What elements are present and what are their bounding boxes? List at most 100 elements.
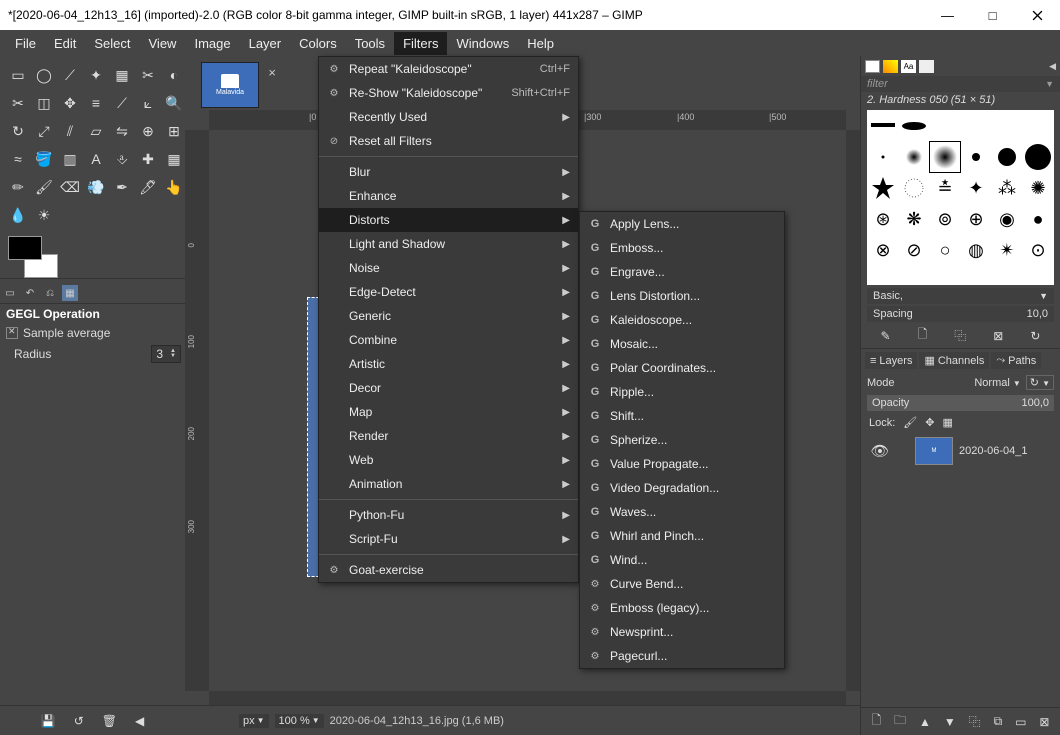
brush-item[interactable]: ◉ bbox=[992, 204, 1022, 234]
brush-item[interactable] bbox=[868, 173, 898, 203]
menu-item-whirl-and-pinch-[interactable]: GWhirl and Pinch... bbox=[580, 524, 784, 548]
menu-item-emboss-legacy-[interactable]: ⚙Emboss (legacy)... bbox=[580, 596, 784, 620]
tool-eraser[interactable]: ⌫ bbox=[58, 174, 82, 200]
tool-move[interactable]: ✥ bbox=[58, 90, 82, 116]
tool-crop[interactable]: ✂ bbox=[6, 90, 30, 116]
refresh-brush-icon[interactable]: ↻ bbox=[1030, 329, 1040, 343]
tool-mypaint[interactable]: 🖊 bbox=[136, 174, 160, 200]
close-button[interactable] bbox=[1015, 0, 1060, 30]
lower-layer-icon[interactable]: ▼ bbox=[944, 715, 956, 729]
tool-bucket[interactable]: 🪣 bbox=[32, 146, 56, 172]
menu-item-animation[interactable]: Animation▶ bbox=[319, 472, 578, 496]
tool-perspective[interactable]: ▱ bbox=[84, 118, 108, 144]
menu-item-repeat-kaleidoscope-[interactable]: ⚙Repeat "Kaleidoscope"Ctrl+F bbox=[319, 57, 578, 81]
new-brush-icon[interactable]: 🗋 bbox=[918, 325, 928, 346]
reset-preset-icon[interactable]: ◀ bbox=[135, 714, 144, 728]
close-tab-icon[interactable]: × bbox=[268, 65, 276, 80]
tool-handle[interactable]: ⊕ bbox=[136, 118, 160, 144]
tool-pattern[interactable]: ▦ bbox=[162, 146, 186, 172]
tool-dodge[interactable]: ☀ bbox=[32, 202, 56, 228]
brush-item[interactable]: ○ bbox=[930, 235, 960, 265]
patterns-tab-icon[interactable] bbox=[883, 60, 898, 73]
menu-view[interactable]: View bbox=[140, 32, 186, 55]
brush-item[interactable]: ● bbox=[1023, 204, 1053, 234]
brush-item[interactable]: ❋ bbox=[899, 204, 929, 234]
delete-brush-icon[interactable]: ⊠ bbox=[993, 329, 1003, 343]
layer-opacity[interactable]: Opacity100,0 bbox=[867, 395, 1054, 411]
menu-help[interactable]: Help bbox=[518, 32, 563, 55]
layer-mode-selector[interactable]: Normal ▼ bbox=[974, 377, 1020, 389]
brush-item[interactable]: ✦ bbox=[961, 173, 991, 203]
menu-item-spherize-[interactable]: GSpherize... bbox=[580, 428, 784, 452]
tool-ellipse-select[interactable]: ◯ bbox=[32, 62, 56, 88]
menu-image[interactable]: Image bbox=[185, 32, 239, 55]
tool-fuzzy-select[interactable]: ✦ bbox=[84, 62, 108, 88]
paths-tab[interactable]: ⤳Paths bbox=[991, 352, 1041, 369]
menu-item-script-fu[interactable]: Script-Fu▶ bbox=[319, 527, 578, 551]
merge-layer-icon[interactable]: ⧉ bbox=[994, 714, 1003, 729]
menu-item-emboss-[interactable]: GEmboss... bbox=[580, 236, 784, 260]
menu-item-value-propagate-[interactable]: GValue Propagate... bbox=[580, 452, 784, 476]
menu-item-python-fu[interactable]: Python-Fu▶ bbox=[319, 503, 578, 527]
brush-filter-input[interactable]: filter ▼ bbox=[861, 76, 1060, 92]
tab-images-icon[interactable]: ▦ bbox=[62, 285, 78, 301]
lock-pixels-icon[interactable]: 🖌 bbox=[903, 416, 917, 429]
menu-item-light-and-shadow[interactable]: Light and Shadow▶ bbox=[319, 232, 578, 256]
brush-item[interactable] bbox=[1023, 142, 1053, 172]
channels-tab[interactable]: ▦Channels bbox=[919, 352, 989, 369]
tool-rect-select[interactable]: ▭ bbox=[6, 62, 30, 88]
brush-item[interactable]: ⊗ bbox=[868, 235, 898, 265]
menu-item-curve-bend-[interactable]: ⚙Curve Bend... bbox=[580, 572, 784, 596]
menu-item-wind-[interactable]: GWind... bbox=[580, 548, 784, 572]
menu-item-shift-[interactable]: GShift... bbox=[580, 404, 784, 428]
brush-item[interactable]: ◍ bbox=[961, 235, 991, 265]
menu-item-noise[interactable]: Noise▶ bbox=[319, 256, 578, 280]
menu-item-decor[interactable]: Decor▶ bbox=[319, 376, 578, 400]
tool-gradient[interactable]: ▥ bbox=[58, 146, 82, 172]
menu-colors[interactable]: Colors bbox=[290, 32, 346, 55]
menu-item-blur[interactable]: Blur▶ bbox=[319, 160, 578, 184]
brush-item[interactable] bbox=[899, 142, 929, 172]
tool-zoom[interactable]: 🔍 bbox=[162, 90, 186, 116]
menu-item-map[interactable]: Map▶ bbox=[319, 400, 578, 424]
menu-filters[interactable]: Filters bbox=[394, 32, 447, 55]
menu-item-re-show-kaleidoscope-[interactable]: ⚙Re-Show "Kaleidoscope"Shift+Ctrl+F bbox=[319, 81, 578, 105]
brush-item[interactable] bbox=[930, 142, 960, 172]
menu-item-apply-lens-[interactable]: GApply Lens... bbox=[580, 212, 784, 236]
tab-tool-options-icon[interactable]: ▭ bbox=[2, 285, 18, 301]
tool-measure[interactable]: ⟀ bbox=[136, 90, 160, 116]
zoom-selector[interactable]: 100 % ▼ bbox=[275, 714, 324, 728]
edit-brush-icon[interactable]: ✎ bbox=[881, 329, 891, 343]
menu-item-reset-all-filters[interactable]: ⊘Reset all Filters bbox=[319, 129, 578, 153]
restore-preset-icon[interactable]: ↺ bbox=[74, 714, 84, 728]
brush-item[interactable] bbox=[868, 142, 898, 172]
menu-item-artistic[interactable]: Artistic▶ bbox=[319, 352, 578, 376]
tool-airbrush[interactable]: 💨 bbox=[84, 174, 108, 200]
tool-shear[interactable]: ⫽ bbox=[58, 118, 82, 144]
tool-color-picker[interactable]: ⟋ bbox=[110, 90, 134, 116]
brush-item[interactable] bbox=[992, 142, 1022, 172]
tool-warp[interactable]: ≈ bbox=[6, 146, 30, 172]
tool-cage[interactable]: ⊞ bbox=[162, 118, 186, 144]
maximize-button[interactable]: □ bbox=[970, 0, 1015, 30]
dock-menu-icon[interactable]: ◀ bbox=[1049, 61, 1056, 72]
menu-select[interactable]: Select bbox=[85, 32, 139, 55]
menu-item-generic[interactable]: Generic▶ bbox=[319, 304, 578, 328]
delete-preset-icon[interactable]: 🗑 bbox=[102, 714, 117, 728]
brush-item[interactable]: ≛ bbox=[930, 173, 960, 203]
brush-preset-selector[interactable]: Basic,▼ bbox=[867, 288, 1054, 304]
brush-item[interactable]: ⊕ bbox=[961, 204, 991, 234]
brush-item[interactable] bbox=[992, 111, 1022, 141]
fg-color[interactable] bbox=[8, 236, 42, 260]
brush-item[interactable]: ⊚ bbox=[930, 204, 960, 234]
tool-paintbrush[interactable]: 🖌 bbox=[32, 174, 56, 200]
tool-scissors[interactable]: ✂ bbox=[136, 62, 160, 88]
vertical-ruler[interactable]: 0100200300 bbox=[185, 130, 209, 691]
brush-item[interactable]: ✺ bbox=[1023, 173, 1053, 203]
brush-item[interactable]: ⁂ bbox=[992, 173, 1022, 203]
tool-align[interactable]: ≡ bbox=[84, 90, 108, 116]
tool-pencil[interactable]: ✏ bbox=[6, 174, 30, 200]
new-layer-icon[interactable]: 🗋 bbox=[871, 711, 881, 732]
lock-position-icon[interactable]: ✥ bbox=[925, 416, 934, 429]
new-group-icon[interactable]: 🗀 bbox=[894, 711, 906, 732]
